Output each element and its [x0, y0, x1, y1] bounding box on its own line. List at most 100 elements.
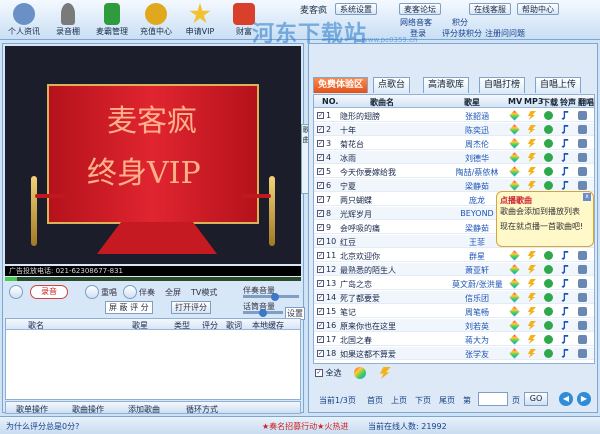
row-checkbox[interactable]: ✓	[317, 252, 324, 259]
tab-free-trial[interactable]: 免费体验区	[313, 77, 369, 93]
mv-icon[interactable]	[509, 166, 520, 177]
forum-button[interactable]: 麦客论坛	[399, 3, 441, 15]
ringtone-icon[interactable]	[561, 265, 569, 274]
download-icon[interactable]	[544, 335, 553, 344]
singer-name[interactable]: 周笔畅	[452, 307, 502, 318]
cover-icon[interactable]	[578, 293, 587, 302]
singer-name[interactable]: 莫文蔚/张洪量	[452, 279, 503, 290]
fullscreen-button[interactable]: 全屏	[165, 287, 181, 298]
song-row[interactable]: ✓ 4 冰雨 刘德华	[314, 151, 594, 164]
close-icon[interactable]: x	[583, 193, 591, 201]
first-page-link[interactable]: 首页	[367, 395, 383, 406]
mp3-icon[interactable]	[527, 167, 536, 176]
song-row[interactable]: ✓ 3 菊花台 周杰伦	[314, 137, 594, 150]
toolbar-maiba-button[interactable]: 麦霸管理	[90, 2, 134, 38]
mp3-play-icon[interactable]	[379, 367, 391, 379]
download-icon[interactable]	[544, 307, 553, 316]
song-name[interactable]: 会呼吸的痛	[340, 223, 450, 234]
ringtone-icon[interactable]	[561, 251, 569, 260]
song-row[interactable]: ✓ 13 广岛之恋 莫文蔚/张洪量	[314, 277, 594, 290]
next-page-link[interactable]: 下页	[415, 395, 431, 406]
song-row[interactable]: ✓ 14 死了都要爱 信乐团	[314, 291, 594, 304]
mp3-icon[interactable]	[527, 111, 536, 120]
toolbar-recording-button[interactable]: 录音棚	[46, 2, 90, 38]
ringtone-icon[interactable]	[561, 293, 569, 302]
download-icon[interactable]	[544, 111, 553, 120]
singer-name[interactable]: 群星	[452, 251, 502, 262]
select-all[interactable]: ✓ 全选	[315, 367, 391, 379]
accompany-icon[interactable]	[123, 285, 137, 299]
playback-progress[interactable]	[5, 277, 301, 281]
row-checkbox[interactable]: ✓	[317, 210, 324, 217]
song-name[interactable]: 冰雨	[340, 153, 450, 164]
song-row[interactable]: ✓ 18 如果这都不算爱 张学友	[314, 347, 594, 360]
mv-icon[interactable]	[509, 138, 520, 149]
repeat-label[interactable]: 重唱	[101, 287, 117, 298]
row-checkbox[interactable]: ✓	[317, 126, 324, 133]
download-icon[interactable]	[544, 349, 553, 358]
singer-name[interactable]: 张韶涵	[452, 111, 502, 122]
singer-name[interactable]: 陶喆/蔡依林	[452, 167, 502, 178]
ringtone-icon[interactable]	[561, 167, 569, 176]
download-icon[interactable]	[544, 279, 553, 288]
mp3-icon[interactable]	[527, 293, 536, 302]
row-checkbox[interactable]: ✓	[317, 112, 324, 119]
singer-name[interactable]: BEYOND	[452, 209, 502, 218]
tab-self-upload[interactable]: 自唱上传	[535, 77, 582, 93]
cover-icon[interactable]	[578, 125, 587, 134]
tv-mode-button[interactable]: TV模式	[191, 287, 217, 298]
song-name[interactable]: 笔记	[340, 307, 450, 318]
mv-play-icon[interactable]	[354, 367, 367, 379]
stop-button[interactable]	[9, 285, 23, 299]
row-checkbox[interactable]: ✓	[317, 182, 324, 189]
song-name[interactable]: 广岛之恋	[340, 279, 450, 290]
row-checkbox[interactable]: ✓	[317, 308, 324, 315]
next-arrow-icon[interactable]: ▶	[577, 392, 591, 406]
mp3-icon[interactable]	[527, 279, 536, 288]
cover-icon[interactable]	[578, 139, 587, 148]
select-all-checkbox[interactable]: ✓	[315, 369, 323, 377]
mp3-icon[interactable]	[527, 265, 536, 274]
singer-name[interactable]: 张学友	[452, 349, 502, 360]
mp3-icon[interactable]	[527, 335, 536, 344]
mv-icon[interactable]	[509, 110, 520, 121]
ringtone-icon[interactable]	[561, 279, 569, 288]
mp3-icon[interactable]	[527, 181, 536, 190]
help-link[interactable]: 为什么评分总是0分?	[6, 421, 79, 432]
cover-icon[interactable]	[578, 279, 587, 288]
ringtone-icon[interactable]	[561, 125, 569, 134]
song-name[interactable]: 菊花台	[340, 139, 450, 150]
song-name[interactable]: 今天你要嫁给我	[340, 167, 450, 178]
song-name[interactable]: 北京欢迎你	[340, 251, 450, 262]
toolbar-vip-button[interactable]: 申请VIP	[178, 2, 222, 38]
song-name[interactable]: 如果这都不算爱	[340, 349, 450, 360]
song-row[interactable]: ✓ 5 今天你要嫁给我 陶喆/蔡依林	[314, 165, 594, 178]
song-name[interactable]: 光辉岁月	[340, 209, 450, 220]
mp3-icon[interactable]	[527, 125, 536, 134]
ringtone-icon[interactable]	[561, 335, 569, 344]
singer-name[interactable]: 庞龙	[452, 195, 502, 206]
singer-name[interactable]: 刘德华	[452, 153, 502, 164]
row-checkbox[interactable]: ✓	[317, 266, 324, 273]
toolbar-recharge-button[interactable]: 充值中心	[134, 2, 178, 38]
mp3-icon[interactable]	[527, 321, 536, 330]
ringtone-icon[interactable]	[561, 139, 569, 148]
cover-icon[interactable]	[578, 111, 587, 120]
download-icon[interactable]	[544, 153, 553, 162]
ringtone-icon[interactable]	[561, 181, 569, 190]
song-name[interactable]: 宁夏	[340, 181, 450, 192]
cover-icon[interactable]	[578, 307, 587, 316]
song-row[interactable]: ✓ 16 原来你也在这里 刘若英	[314, 319, 594, 332]
page-number-input[interactable]	[478, 392, 508, 406]
song-ops-button[interactable]: 歌曲操作	[72, 404, 104, 415]
mic-volume-knob[interactable]	[259, 309, 267, 317]
row-checkbox[interactable]: ✓	[317, 350, 324, 357]
cover-icon[interactable]	[578, 265, 587, 274]
repeat-icon[interactable]	[85, 285, 99, 299]
singer-name[interactable]: 刘若英	[452, 321, 502, 332]
song-row[interactable]: ✓ 2 十年 陈奕迅	[314, 123, 594, 136]
mv-icon[interactable]	[509, 348, 520, 359]
download-icon[interactable]	[544, 139, 553, 148]
singer-name[interactable]: 信乐团	[452, 293, 502, 304]
register-link[interactable]: 注册问问题	[485, 28, 525, 39]
